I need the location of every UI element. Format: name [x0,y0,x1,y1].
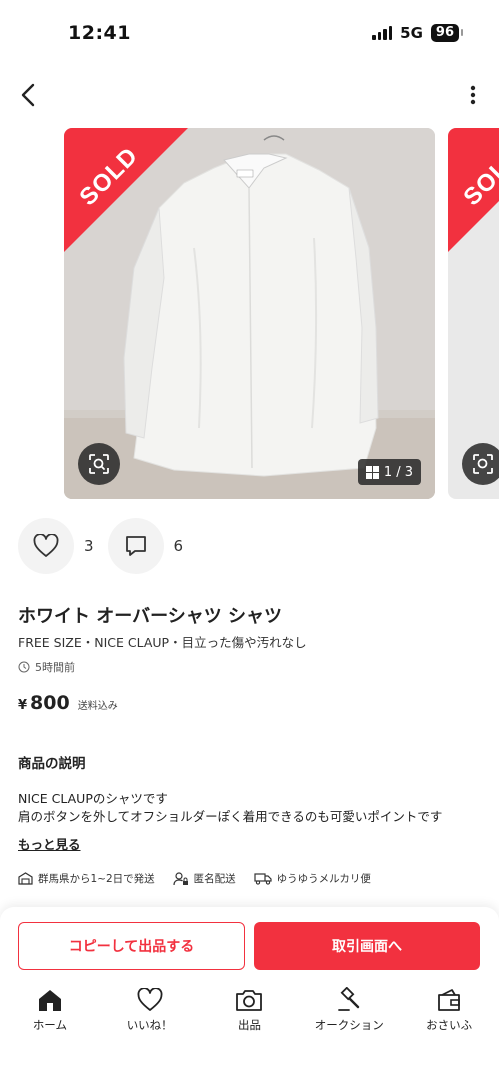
item-title: ホワイト オーバーシャツ シャツ [18,606,282,627]
back-arrow-icon[interactable] [14,80,44,110]
price-amount: 800 [30,692,70,714]
signal-icon [372,26,393,40]
comment-icon [125,536,146,556]
show-more-link[interactable]: もっと見る [18,834,81,853]
shipping-origin: 群馬県から1~2日で発送 [18,871,155,886]
grid-icon [365,465,379,479]
tab-home-label: ホーム [32,1018,67,1032]
status-bar: 12:41 5G 96 [0,0,499,60]
bottom-panel: コピーして出品する 取引画面へ ホーム いいね！ 出品 オークション おさいふ [0,907,499,1080]
tab-wallet[interactable]: おさいふ [399,987,499,1037]
lens-scan-icon [89,454,109,474]
more-vertical-icon[interactable] [469,84,477,106]
heart-icon [33,534,59,557]
like-button[interactable] [18,518,74,574]
description-text: NICE CLAUPのシャツです 肩のボタンを外してオフショルダーぽく着用できる… [18,790,488,826]
social-actions: 3 6 [18,518,197,574]
battery-icon: 96 [430,24,464,42]
copy-listing-button[interactable]: コピーして出品する [18,922,245,970]
network-type: 5G [400,24,423,42]
status-time: 12:41 [68,22,131,44]
heart-icon [137,988,163,1011]
description-line-1: NICE CLAUPのシャツです [18,791,168,806]
gavel-icon [338,987,360,1011]
product-photo[interactable]: SOLD 1 / 3 [64,128,435,499]
photo-counter[interactable]: 1 / 3 [357,459,421,485]
anonymous-user-icon [173,871,188,885]
sold-ribbon-2: SOLD [448,128,499,258]
image-search-button[interactable] [78,443,120,485]
shipping-method: ゆうゆうメルカリ便 [254,871,371,886]
photo-counter-text: 1 / 3 [383,464,413,480]
anonymous-shipping-text: 匿名配送 [193,873,236,885]
transaction-button[interactable]: 取引画面へ [254,922,480,970]
lens-scan-icon [473,454,493,474]
tab-wallet-label: おさいふ [426,1018,473,1032]
sold-ribbon: SOLD [64,128,194,258]
home-icon [38,990,61,1011]
description-heading: 商品の説明 [18,756,86,772]
posted-time: 5時間前 [18,659,75,675]
warehouse-icon [18,872,33,885]
tab-auction-label: オークション [314,1018,384,1032]
next-photo[interactable]: SOLD [448,128,499,499]
item-subinfo: FREE SIZE・NICE CLAUP・目立った傷や汚れなし [18,635,307,650]
shipping-origin-text: 群馬県から1~2日で発送 [38,873,155,885]
anonymous-shipping: 匿名配送 [173,871,236,886]
image-search-button-2[interactable] [462,443,499,485]
tab-sell-label: 出品 [237,1018,261,1032]
tab-bar: ホーム いいね！ 出品 オークション おさいふ [0,987,499,1037]
comment-count: 6 [173,537,184,555]
price-symbol: ¥ [18,698,28,713]
nav-bar [0,78,499,112]
tab-home[interactable]: ホーム [0,987,100,1037]
like-count: 3 [84,537,94,555]
tab-likes-label: いいね！ [126,1018,173,1032]
truck-icon [254,873,272,885]
comment-button[interactable] [107,518,164,574]
shipping-info: 群馬県から1~2日で発送 匿名配送 ゆうゆうメルカリ便 [18,871,389,886]
tab-auction[interactable]: オークション [299,987,399,1037]
price: ¥ 800 送料込み [18,692,118,714]
clock-icon [18,661,30,673]
camera-icon [236,990,263,1011]
shipping-method-text: ゆうゆうメルカリ便 [276,873,371,885]
tab-likes[interactable]: いいね！ [100,987,200,1037]
status-right: 5G 96 [372,24,464,42]
tab-sell[interactable]: 出品 [200,987,300,1037]
wallet-icon [438,989,460,1011]
shipping-included: 送料込み [77,701,118,712]
description-line-2: 肩のボタンを外してオフショルダーぽく着用できるのも可愛いポイントです [18,809,443,824]
photo-gallery[interactable]: SOLD 1 / 3 SOLD [64,128,499,500]
posted-time-text: 5時間前 [35,661,75,674]
